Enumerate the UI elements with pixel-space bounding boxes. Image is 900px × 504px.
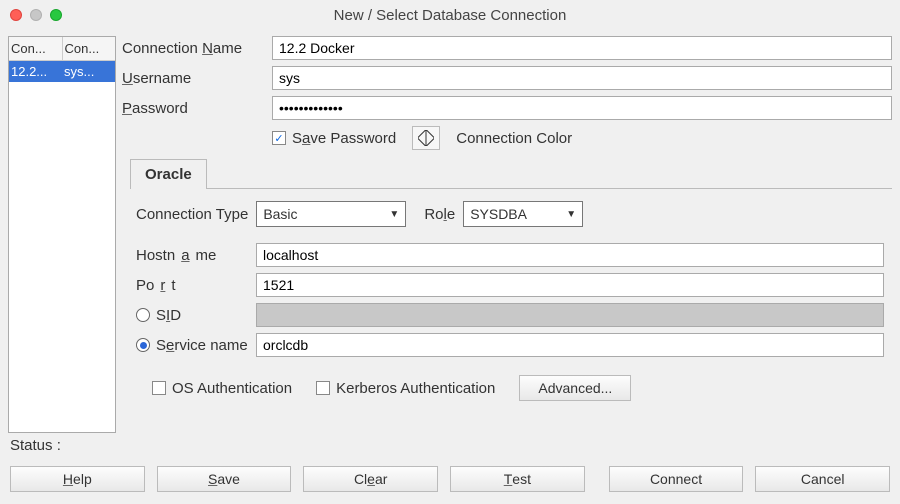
list-item-user: sys...: [62, 61, 115, 82]
password-input[interactable]: [272, 96, 892, 120]
row-username: Username: [122, 66, 892, 90]
role-value: SYSDBA: [470, 206, 527, 222]
titlebar: New / Select Database Connection: [0, 0, 900, 30]
color-picker-icon: [418, 130, 434, 146]
checkbox-icon: ✓: [272, 131, 286, 145]
connection-type-label: Connection Type: [136, 206, 248, 223]
row-service-name: Service name: [136, 333, 884, 357]
username-label: Username: [122, 70, 272, 87]
clear-button[interactable]: Clear: [303, 466, 438, 492]
connection-color-button[interactable]: [412, 126, 440, 150]
window-controls: [10, 9, 62, 21]
connection-list-header: Con... Con...: [9, 37, 115, 61]
row-auth-options: OS Authentication Kerberos Authenticatio…: [152, 375, 884, 401]
checkbox-icon: [316, 381, 330, 395]
row-conn-type-role: Connection Type Basic ▼ Role SYSDBA ▼: [136, 201, 884, 227]
save-button[interactable]: Save: [157, 466, 292, 492]
chevron-down-icon: ▼: [389, 209, 399, 220]
minimize-icon: [30, 9, 42, 21]
service-name-option[interactable]: Service name: [136, 337, 256, 354]
connection-type-select[interactable]: Basic ▼: [256, 201, 406, 227]
hostname-label: Hostname: [136, 247, 256, 264]
list-item-name: 12.2...: [9, 61, 62, 82]
row-port: Port: [136, 273, 884, 297]
connection-list[interactable]: Con... Con... 12.2... sys...: [8, 36, 116, 433]
connection-name-label: Connection Name: [122, 40, 272, 57]
row-sid: SID: [136, 303, 884, 327]
row-save-password: ✓ Save Password Connection Color: [272, 126, 892, 150]
tab-oracle[interactable]: Oracle: [130, 159, 207, 189]
connection-type-value: Basic: [263, 206, 297, 222]
service-name-label: Service name: [156, 337, 248, 354]
window-title: New / Select Database Connection: [0, 7, 900, 24]
col-conn-details[interactable]: Con...: [63, 37, 116, 60]
port-label: Port: [136, 277, 256, 294]
radio-icon: [136, 338, 150, 352]
tab-strip: Oracle: [130, 158, 892, 189]
checkbox-icon: [152, 381, 166, 395]
row-password: Password: [122, 96, 892, 120]
row-hostname: Hostname: [136, 243, 884, 267]
status-label: Status :: [10, 437, 61, 454]
hostname-input[interactable]: [256, 243, 884, 267]
sid-input[interactable]: [256, 303, 884, 327]
status-bar: Status :: [0, 433, 900, 458]
dialog-footer: Help Save Clear Test Connect Cancel: [0, 458, 900, 504]
content-area: Con... Con... 12.2... sys... Connection …: [0, 30, 900, 433]
os-auth-label: OS Authentication: [172, 380, 292, 397]
os-auth-checkbox[interactable]: OS Authentication: [152, 380, 292, 397]
oracle-panel: Connection Type Basic ▼ Role SYSDBA ▼ Ho…: [122, 189, 892, 411]
password-label: Password: [122, 100, 272, 117]
dialog-window: New / Select Database Connection Con... …: [0, 0, 900, 504]
username-input[interactable]: [272, 66, 892, 90]
role-label: Role: [424, 206, 455, 223]
port-input[interactable]: [256, 273, 884, 297]
maximize-icon[interactable]: [50, 9, 62, 21]
sid-label: SID: [156, 307, 181, 324]
list-item[interactable]: 12.2... sys...: [9, 61, 115, 82]
advanced-button[interactable]: Advanced...: [519, 375, 631, 401]
connect-button[interactable]: Connect: [609, 466, 744, 492]
kerberos-auth-checkbox[interactable]: Kerberos Authentication: [316, 380, 495, 397]
chevron-down-icon: ▼: [566, 209, 576, 220]
test-button[interactable]: Test: [450, 466, 585, 492]
radio-icon: [136, 308, 150, 322]
cancel-button[interactable]: Cancel: [755, 466, 890, 492]
help-button[interactable]: Help: [10, 466, 145, 492]
save-password-checkbox[interactable]: ✓ Save Password: [272, 130, 396, 147]
connection-name-input[interactable]: [272, 36, 892, 60]
sid-option[interactable]: SID: [136, 307, 256, 324]
col-conn-name[interactable]: Con...: [9, 37, 63, 60]
save-password-label: Save Password: [292, 130, 396, 147]
kerberos-auth-label: Kerberos Authentication: [336, 380, 495, 397]
service-name-input[interactable]: [256, 333, 884, 357]
connection-color-label: Connection Color: [456, 130, 572, 147]
close-icon[interactable]: [10, 9, 22, 21]
connection-form: Connection Name Username Password ✓ Save…: [122, 36, 892, 433]
connection-list-body: 12.2... sys...: [9, 61, 115, 432]
row-connection-name: Connection Name: [122, 36, 892, 60]
role-select[interactable]: SYSDBA ▼: [463, 201, 583, 227]
